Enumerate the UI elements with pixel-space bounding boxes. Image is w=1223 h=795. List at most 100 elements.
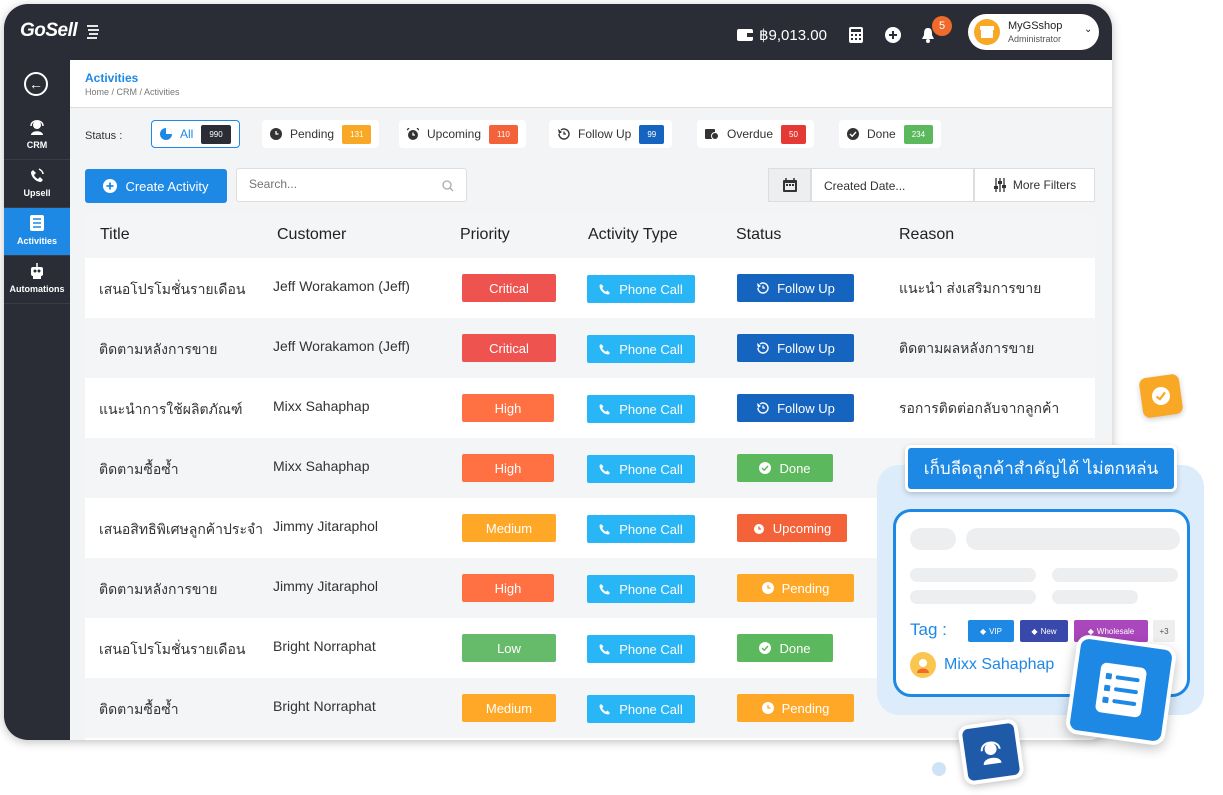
tag-new[interactable]: ◆ New: [1020, 620, 1068, 642]
priority-badge: Medium: [462, 694, 556, 722]
activity-title[interactable]: แนะนำการใช้ผลิตภัณฑ์: [99, 399, 242, 421]
more-filters-button[interactable]: More Filters: [974, 168, 1095, 202]
page-header: Activities Home / CRM / Activities: [70, 60, 1112, 108]
table-row[interactable]: ติดตามหลังการขาย Jeff Worakamon (Jeff) Cri…: [85, 318, 1095, 378]
customer-name[interactable]: Mixx Sahaphap: [273, 398, 370, 414]
activity-title[interactable]: เสนอสิทธิพิเศษลูกค้าประจำ: [99, 519, 263, 541]
back-arrow-icon[interactable]: ←: [24, 72, 48, 96]
activity-title[interactable]: ติดตามซื้อซ้ำ: [99, 699, 179, 721]
customer-name[interactable]: Bright Norraphat: [273, 638, 376, 654]
column-header-title[interactable]: Title: [100, 226, 130, 244]
status-badge[interactable]: Follow Up: [737, 394, 854, 422]
create-activity-button[interactable]: Create Activity: [85, 169, 227, 203]
check-circle-icon: [759, 462, 772, 474]
status-chip-overdue[interactable]: Overdue 50: [697, 120, 814, 148]
balance[interactable]: ฿9,013.00: [737, 26, 827, 44]
status-chip-pending[interactable]: Pending 131: [262, 120, 380, 148]
more-filters-label: More Filters: [1012, 178, 1077, 192]
column-header-status[interactable]: Status: [736, 226, 781, 244]
breadcrumb[interactable]: Home / CRM / Activities: [85, 87, 180, 97]
sidebar-item-automations[interactable]: Automations: [4, 256, 70, 304]
customer-name[interactable]: Jimmy Jitaraphol: [273, 518, 378, 534]
status-label: Done: [779, 460, 811, 476]
robot-icon: [31, 263, 43, 279]
headset-icon: [30, 120, 44, 135]
alarm-icon: [407, 128, 419, 140]
customer-name[interactable]: Jeff Worakamon (Jeff): [273, 278, 410, 294]
status-badge[interactable]: Upcoming: [737, 514, 847, 542]
status-chip-all[interactable]: All 990: [151, 120, 240, 148]
sidebar-item-upsell[interactable]: Upsell: [4, 160, 70, 208]
status-badge[interactable]: Done: [737, 634, 833, 662]
status-badge[interactable]: Pending: [737, 574, 854, 602]
customer-name[interactable]: Mixx Sahaphap: [273, 458, 370, 474]
status-chip-follow-up[interactable]: Follow Up 99: [549, 120, 673, 148]
calendar-button[interactable]: [768, 168, 811, 202]
tag-text: Wholesale: [1096, 626, 1135, 636]
tag-more-count[interactable]: +3: [1153, 620, 1175, 642]
activity-title[interactable]: ติดตามหลังการขาย: [99, 579, 218, 601]
sidebar-item-label: CRM: [26, 140, 48, 150]
calendar-clock-icon: [705, 129, 719, 140]
create-activity-label: Create Activity: [125, 178, 209, 194]
activity-title[interactable]: เสนอโปรโมชั่นรายเดือน: [99, 639, 246, 661]
customer-avatar: [910, 652, 936, 678]
reason-text: แนะนำ ส่งเสริมการขาย: [899, 280, 1042, 296]
promo-customer[interactable]: Mixx Sahaphap: [910, 652, 1054, 678]
activity-title[interactable]: ติดตามซื้อซ้ำ: [99, 459, 179, 481]
pie-icon: [160, 128, 172, 140]
clock-icon: [761, 702, 774, 714]
tag-icon: ◆: [979, 626, 987, 636]
reason-text: ติดตามผลหลังการขาย: [899, 340, 1035, 356]
chip-count: 50: [781, 124, 806, 144]
status-badge[interactable]: Follow Up: [737, 334, 854, 362]
customer-name[interactable]: Jimmy Jitaraphol: [273, 578, 378, 594]
sidebar-item-crm[interactable]: CRM: [4, 112, 70, 160]
activity-title[interactable]: ติดตามหลังการขาย: [99, 339, 218, 361]
customer-name[interactable]: Bright Norraphat: [273, 698, 376, 714]
table-row[interactable]: แนะนำการใช้ผลิตภัณฑ์ Mixx Sahaphap High Pho…: [85, 378, 1095, 438]
user-menu[interactable]: MyGSshop Administrator ⌄: [968, 14, 1099, 50]
tag-vip[interactable]: ◆ VIP: [968, 620, 1014, 642]
store-avatar-icon: [974, 19, 1000, 45]
priority-label: Low: [497, 640, 521, 656]
status-badge[interactable]: Follow Up: [737, 274, 854, 302]
calculator-icon[interactable]: [847, 26, 865, 44]
calendar-icon: [782, 178, 797, 192]
activity-type-badge: Phone Call: [587, 275, 695, 303]
phone-icon: [599, 344, 611, 355]
status-badge[interactable]: Done: [737, 454, 833, 482]
skeleton-line: [910, 528, 956, 550]
chip-count: 99: [639, 124, 665, 144]
status-chip-done[interactable]: Done 234: [839, 120, 942, 148]
skeleton-line: [966, 528, 1180, 550]
created-date-field[interactable]: Created Date...: [811, 168, 974, 202]
customer-name[interactable]: Jeff Worakamon (Jeff): [273, 338, 410, 354]
sidebar-item-label: Upsell: [23, 188, 51, 198]
chip-label: Overdue: [727, 127, 774, 141]
chip-label: Follow Up: [578, 127, 632, 141]
activity-type-label: Phone Call: [619, 281, 683, 297]
column-header-customer[interactable]: Customer: [277, 226, 346, 244]
checklist-badge: [1064, 633, 1178, 747]
status-badge[interactable]: Pending: [737, 694, 854, 722]
sidebar-item-activities[interactable]: Activities: [4, 208, 70, 256]
activity-type-badge: Phone Call: [587, 335, 695, 363]
phone-icon: [599, 284, 611, 295]
sidebar-item-label: Automations: [9, 284, 65, 294]
search-input[interactable]: [249, 177, 429, 191]
search-box[interactable]: [236, 168, 467, 202]
app-logo[interactable]: GoSell: [20, 20, 78, 42]
phone-ring-icon: [31, 168, 44, 182]
activity-title[interactable]: เสนอโปรโมชั่นรายเดือน: [99, 279, 246, 301]
tag-label: Tag :: [910, 620, 947, 639]
status-chip-upcoming[interactable]: Upcoming 110: [399, 120, 526, 148]
clock-icon: [761, 582, 774, 594]
priority-label: Medium: [485, 700, 533, 716]
history-icon: [757, 342, 769, 354]
add-icon[interactable]: [884, 26, 902, 44]
column-header-reason[interactable]: Reason: [899, 226, 954, 244]
table-row[interactable]: เสนอโปรโมชั่นรายเดือน Jeff Worakamon (Jef…: [85, 258, 1095, 318]
column-header-priority[interactable]: Priority: [460, 226, 510, 244]
column-header-activity-type[interactable]: Activity Type: [588, 226, 678, 244]
